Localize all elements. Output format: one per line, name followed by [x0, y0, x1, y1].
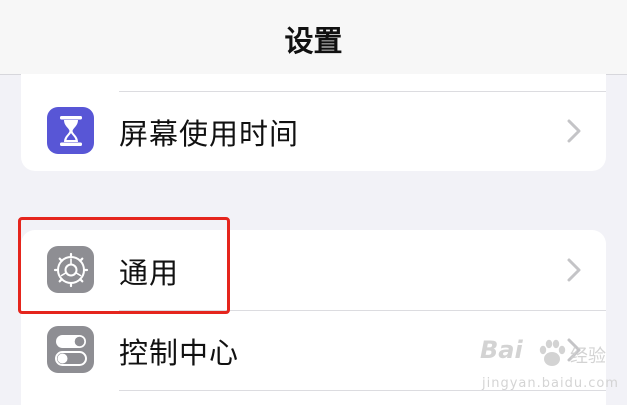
settings-row-label: 屏幕使用时间 — [119, 117, 300, 151]
watermark-sub: 经验 — [570, 346, 606, 367]
watermark: Bai 经验 jingyan.baidu.com — [478, 336, 626, 402]
toggles-icon — [47, 326, 94, 373]
page-title: 设置 — [284, 24, 343, 58]
settings-group-screen-time: 屏幕使用时间 — [21, 74, 606, 171]
watermark-brand: Bai — [480, 336, 523, 364]
chevron-right-icon — [567, 258, 581, 282]
settings-row-label: 控制中心 — [119, 336, 240, 370]
chevron-right-icon — [567, 119, 581, 143]
paw-icon — [539, 339, 566, 366]
annotation-highlight-box — [18, 217, 230, 314]
settings-row-screen-time[interactable]: 屏幕使用时间 — [21, 91, 606, 171]
watermark-url: jingyan.baidu.com — [482, 376, 619, 391]
hourglass-icon — [47, 107, 94, 154]
navigation-bar: 设置 — [0, 0, 627, 75]
